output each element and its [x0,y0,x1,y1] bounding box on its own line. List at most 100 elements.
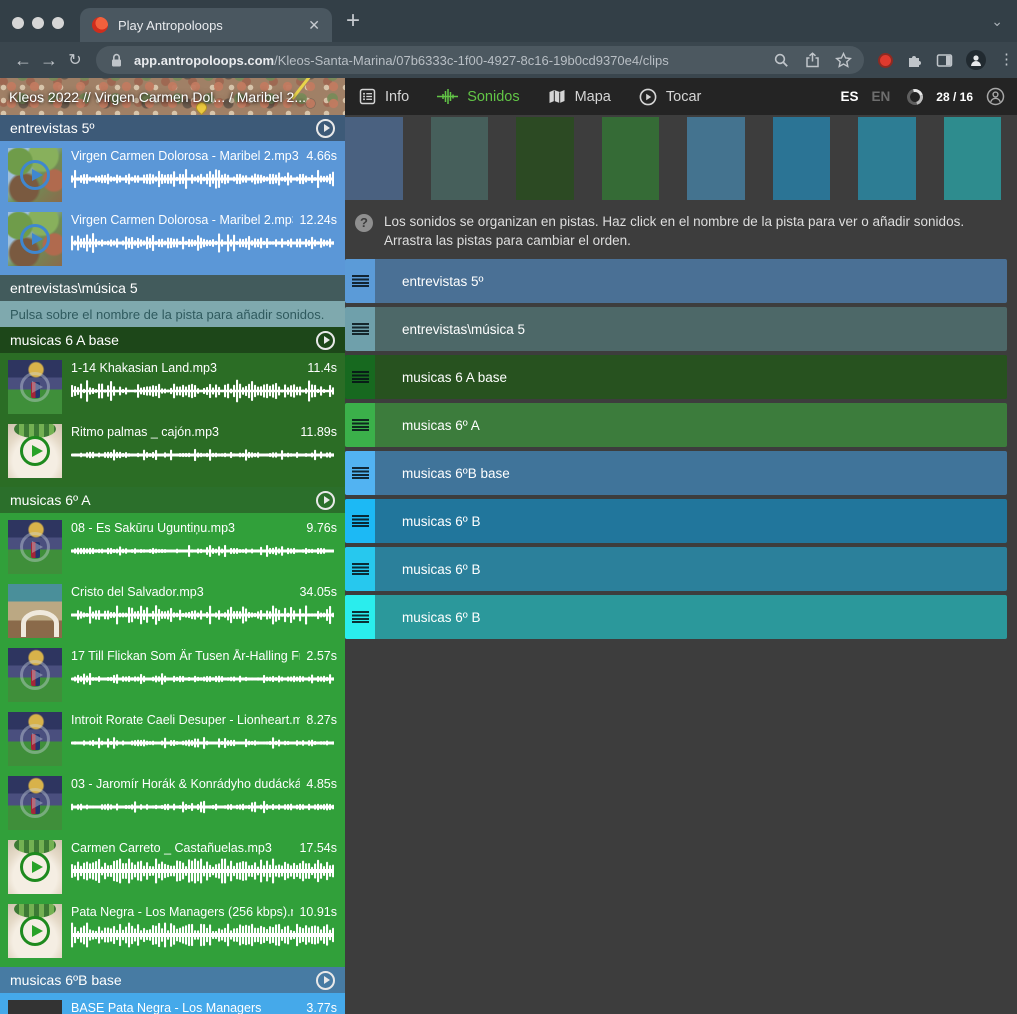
zoom-icon[interactable] [773,52,790,69]
track-row[interactable]: musicas 6 A base [345,355,1007,399]
track-name[interactable]: entrevistas 5º [375,259,483,303]
zoom-window-icon[interactable] [52,17,64,29]
clip-play-icon[interactable] [20,532,50,562]
clip-waveform[interactable] [71,858,334,884]
clip-name[interactable]: Ritmo palmas _ cajón.mp3 [71,425,219,439]
clip-name[interactable]: Pata Negra - Los Managers (256 kbps).mp3 [71,905,293,919]
palette-swatch-8[interactable] [944,117,1002,200]
track-drag-handle[interactable] [345,547,375,591]
palette-swatch-1[interactable] [345,117,403,200]
clip-name[interactable]: Introit Rorate Caeli Desuper - Lionheart… [71,713,300,727]
palette-swatch-7[interactable] [858,117,916,200]
clip-play-icon[interactable] [20,916,50,946]
clip-item[interactable]: 03 - Jaromír Horák & Konrádyho dudácká .… [0,772,345,836]
overflow-menu-icon[interactable]: ⋮ [999,57,1005,63]
clip-section-header[interactable]: entrevistas\música 5 [0,275,345,301]
clip-section-header[interactable]: musicas 6ºB base [0,967,345,993]
clip-item[interactable]: Carmen Carreto _ Castañuelas.mp317.54s [0,836,345,900]
nav-tab-sonidos[interactable]: Sonidos [437,88,519,105]
reload-button[interactable]: ↻ [62,50,88,70]
clip-play-icon[interactable] [20,224,50,254]
clip-play-icon[interactable] [20,788,50,818]
track-row[interactable]: musicas 6ºB base [345,451,1007,495]
clip-item[interactable]: Ritmo palmas _ cajón.mp311.89s [0,420,345,484]
clip-waveform[interactable] [71,602,334,628]
account-icon[interactable] [986,87,1005,106]
profile-icon[interactable] [966,50,986,70]
clip-name[interactable]: 03 - Jaromír Horák & Konrádyho dudácká .… [71,777,300,791]
clip-thumbnail[interactable] [8,360,62,414]
tab-close-icon[interactable]: ✕ [308,18,320,32]
clip-name[interactable]: BASE Pata Negra - Los Managers [71,1001,261,1014]
clip-thumbnail[interactable] [8,840,62,894]
minimize-window-icon[interactable] [32,17,44,29]
track-row[interactable]: musicas 6º B [345,499,1007,543]
clip-thumbnail[interactable] [8,776,62,830]
clip-thumbnail[interactable] [8,648,62,702]
clip-thumbnail[interactable] [8,584,62,638]
track-row[interactable]: musicas 6º A [345,403,1007,447]
bookmark-star-icon[interactable] [835,52,852,69]
section-play-icon[interactable] [316,971,335,990]
clip-thumbnail[interactable] [8,1000,62,1014]
clip-item[interactable]: 17 Till Flickan Som Är Tusen År-Halling … [0,644,345,708]
clip-section-header[interactable]: musicas 6 A base [0,327,345,353]
track-row[interactable]: entrevistas 5º [345,259,1007,303]
clip-thumbnail[interactable] [8,904,62,958]
clip-section-title[interactable]: entrevistas\música 5 [10,280,138,296]
clip-name[interactable]: Cristo del Salvador.mp3 [71,585,204,599]
clip-name[interactable]: Carmen Carreto _ Castañuelas.mp3 [71,841,272,855]
clip-thumbnail[interactable] [8,148,62,202]
new-tab-button[interactable]: + [346,16,360,26]
clip-section-title[interactable]: musicas 6º A [10,492,91,508]
track-drag-handle[interactable] [345,499,375,543]
address-bar[interactable]: app.antropoloops.com /Kleos-Santa-Marina… [96,46,864,74]
clip-waveform[interactable] [71,666,334,692]
section-play-icon[interactable] [316,331,335,350]
clip-section-title[interactable]: entrevistas 5º [10,120,95,136]
clip-thumbnail[interactable] [8,424,62,478]
traffic-lights[interactable] [0,17,80,42]
track-drag-handle[interactable] [345,403,375,447]
clip-play-icon[interactable] [20,160,50,190]
nav-tab-tocar[interactable]: Tocar [639,88,701,106]
track-drag-handle[interactable] [345,451,375,495]
clip-name[interactable]: 17 Till Flickan Som Är Tusen År-Halling … [71,649,300,663]
clip-thumbnail[interactable] [8,520,62,574]
clip-name[interactable]: Virgen Carmen Dolorosa - Maribel 2.mp3 [71,149,299,163]
clip-item[interactable]: 1-14 Khakasian Land.mp311.4s [0,356,345,420]
clip-waveform[interactable] [71,378,334,404]
clip-item[interactable]: Introit Rorate Caeli Desuper - Lionheart… [0,708,345,772]
palette-swatch-2[interactable] [431,117,489,200]
clip-waveform[interactable] [71,166,334,192]
tab-search-chevron-icon[interactable]: ⌄ [991,13,1003,30]
track-name[interactable]: entrevistas\música 5 [375,307,525,351]
clip-section-header[interactable]: musicas 6º A [0,487,345,513]
track-name[interactable]: musicas 6º B [375,499,480,543]
clip-item[interactable]: Virgen Carmen Dolorosa - Maribel 2.mp34.… [0,144,345,208]
language-toggle-es[interactable]: ES [841,89,859,104]
clip-waveform[interactable] [71,730,334,756]
clip-waveform[interactable] [71,538,334,564]
clip-section-header[interactable]: entrevistas 5º [0,115,345,141]
nav-tab-info[interactable]: Info [359,88,409,105]
track-drag-handle[interactable] [345,595,375,639]
track-name[interactable]: musicas 6º B [375,547,480,591]
clip-section-title[interactable]: musicas 6ºB base [10,972,122,988]
track-name[interactable]: musicas 6 A base [375,355,507,399]
clip-item[interactable]: BASE Pata Negra - Los Managers3.77s [0,996,345,1014]
clip-play-icon[interactable] [20,436,50,466]
track-drag-handle[interactable] [345,259,375,303]
close-window-icon[interactable] [12,17,24,29]
clip-item[interactable]: Cristo del Salvador.mp334.05s [0,580,345,644]
section-play-icon[interactable] [316,119,335,138]
track-name[interactable]: musicas 6ºB base [375,451,510,495]
track-drag-handle[interactable] [345,307,375,351]
back-button[interactable]: ← [10,50,36,71]
clip-name[interactable]: 08 - Es Sakūru Uguntiņu.mp3 [71,521,235,535]
track-drag-handle[interactable] [345,355,375,399]
track-row[interactable]: entrevistas\música 5 [345,307,1007,351]
clip-item[interactable]: 08 - Es Sakūru Uguntiņu.mp39.76s [0,516,345,580]
clip-section-title[interactable]: musicas 6 A base [10,332,119,348]
side-panel-icon[interactable] [936,52,953,69]
